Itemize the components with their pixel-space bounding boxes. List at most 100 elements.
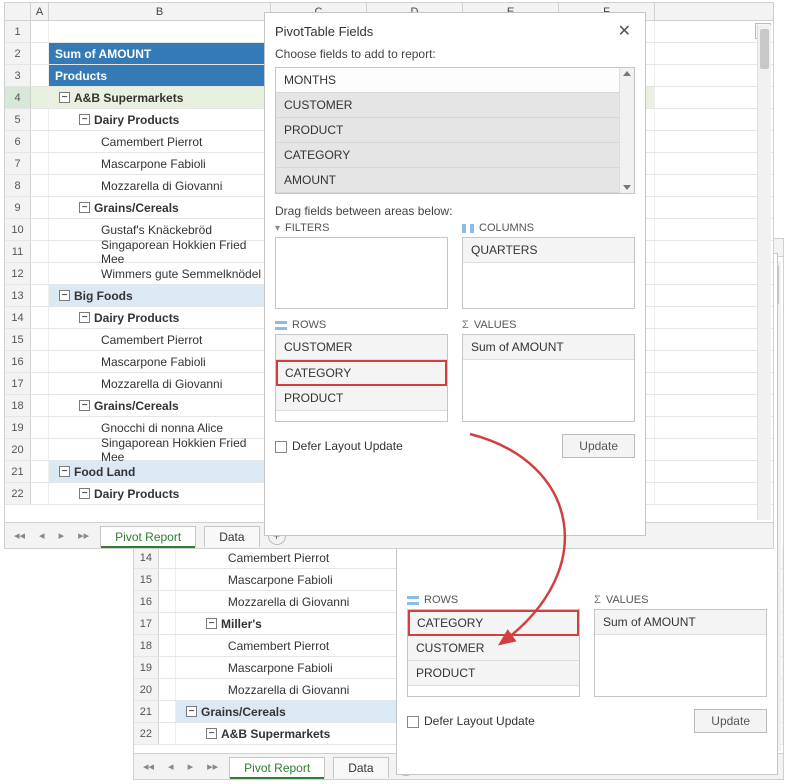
area-field-item[interactable]: PRODUCT [276,386,447,411]
rows-drop-area-2[interactable]: CATEGORYCUSTOMERPRODUCT [407,609,580,697]
row-header[interactable]: 18 [5,395,31,416]
collapse-icon[interactable]: − [79,202,90,213]
pivot-row-label: Grains/Cereals [94,399,179,413]
row-header[interactable]: 20 [5,439,31,460]
area-field-item[interactable]: CATEGORY [408,610,579,636]
row-header[interactable]: 19 [134,657,159,678]
row-header[interactable]: 20 [134,679,159,700]
tab-nav-first[interactable]: ◂◂ [140,760,157,773]
values-drop-area-2[interactable]: Sum of AMOUNT [594,609,767,697]
pivot-row-label: Food Land [74,465,135,479]
pivot-row-label: Gnocchi di nonna Alice [101,421,223,435]
defer-layout-checkbox[interactable]: Defer Layout Update [407,714,535,728]
tab-nav-prev[interactable]: ◂ [165,760,177,773]
row-header[interactable]: 14 [134,547,159,568]
field-list-item[interactable]: CUSTOMER [276,93,634,118]
collapse-icon[interactable]: − [59,290,70,301]
sigma-icon [594,594,601,606]
tab-nav-last[interactable]: ▸▸ [204,760,221,773]
collapse-icon[interactable]: − [206,728,217,739]
collapse-icon[interactable]: − [59,92,70,103]
field-list[interactable]: MONTHSCUSTOMERPRODUCTCATEGORYAMOUNT [275,67,635,194]
tab-nav-prev[interactable]: ◂ [36,529,48,542]
row-header[interactable]: 11 [5,241,31,262]
row-header[interactable]: 21 [134,701,159,722]
pivot-row-label: Camembert Pierrot [101,333,202,347]
area-field-item[interactable]: Sum of AMOUNT [595,610,766,635]
defer-layout-checkbox[interactable]: Defer Layout Update [275,439,403,453]
tab-nav-first[interactable]: ◂◂ [11,529,28,542]
pivot-row-label: Mascarpone Fabioli [101,157,206,171]
values-drop-area[interactable]: Sum of AMOUNT [462,334,635,422]
columns-area-label: COLUMNS [462,222,635,234]
row-header[interactable]: 21 [5,461,31,482]
row-header[interactable]: 15 [134,569,159,590]
rows-icon [275,321,287,330]
row-header[interactable]: 13 [5,285,31,306]
row-header[interactable]: 22 [5,483,31,504]
row-header[interactable]: 6 [5,131,31,152]
row-header[interactable]: 17 [134,613,159,634]
tab-nav-next[interactable]: ▸ [185,760,197,773]
update-button[interactable]: Update [562,434,635,458]
row-header[interactable]: 17 [5,373,31,394]
close-icon[interactable]: ✕ [614,21,635,41]
row-header[interactable]: 1 [5,21,31,42]
row-header[interactable]: 5 [5,109,31,130]
row-header[interactable]: 16 [5,351,31,372]
row-header[interactable]: 18 [134,635,159,656]
area-field-item[interactable]: Sum of AMOUNT [463,335,634,360]
row-header[interactable]: 2 [5,43,31,64]
field-list-scrollbar[interactable] [619,68,634,193]
row-header[interactable]: 9 [5,197,31,218]
rows-drop-area[interactable]: CUSTOMERCATEGORYPRODUCT [275,334,448,422]
row-header[interactable]: 15 [5,329,31,350]
pane-title: PivotTable Fields [275,24,373,39]
row-header[interactable]: 14 [5,307,31,328]
area-field-item[interactable]: CUSTOMER [276,335,447,360]
row-header[interactable]: 10 [5,219,31,240]
pivot-row-label: Camembert Pierrot [101,135,202,149]
vertical-scrollbar[interactable] [757,25,771,520]
tab-pivot-report[interactable]: Pivot Report [229,757,325,779]
area-field-item[interactable]: CATEGORY [276,360,447,386]
field-list-item[interactable]: AMOUNT [276,168,634,193]
row-header[interactable]: 3 [5,65,31,86]
filters-drop-area[interactable] [275,237,448,309]
pivot-row-label: Camembert Pierrot [228,639,329,653]
tab-data[interactable]: Data [204,526,259,547]
filters-area-label: FILTERS [275,222,448,234]
area-field-item[interactable]: QUARTERS [463,238,634,263]
col-header-B[interactable]: B [49,3,271,20]
row-header[interactable]: 19 [5,417,31,438]
col-header-A[interactable]: A [31,3,49,20]
collapse-icon[interactable]: − [59,466,70,477]
collapse-icon[interactable]: − [79,312,90,323]
row-header[interactable]: 22 [134,723,159,744]
pivot-row-label: Grains/Cereals [94,201,179,215]
row-header[interactable]: 16 [134,591,159,612]
collapse-icon[interactable]: − [79,114,90,125]
row-header[interactable]: 4 [5,87,31,108]
area-field-item[interactable]: PRODUCT [408,661,579,686]
field-list-item[interactable]: PRODUCT [276,118,634,143]
collapse-icon[interactable]: − [206,618,217,629]
tab-data[interactable]: Data [333,757,388,778]
row-header[interactable]: 7 [5,153,31,174]
filter-icon [275,222,280,234]
area-field-item[interactable]: CUSTOMER [408,636,579,661]
row-header[interactable]: 8 [5,175,31,196]
pivot-row-label: Grains/Cereals [201,705,286,719]
tab-pivot-report[interactable]: Pivot Report [100,526,196,548]
row-header[interactable]: 12 [5,263,31,284]
tab-nav-next[interactable]: ▸ [56,529,68,542]
field-list-item[interactable]: MONTHS [276,68,634,93]
tab-nav-last[interactable]: ▸▸ [75,529,92,542]
collapse-icon[interactable]: − [79,400,90,411]
update-button[interactable]: Update [694,709,767,733]
collapse-icon[interactable]: − [79,488,90,499]
select-all-corner[interactable] [5,3,31,20]
field-list-item[interactable]: CATEGORY [276,143,634,168]
columns-drop-area[interactable]: QUARTERS [462,237,635,309]
collapse-icon[interactable]: − [186,706,197,717]
